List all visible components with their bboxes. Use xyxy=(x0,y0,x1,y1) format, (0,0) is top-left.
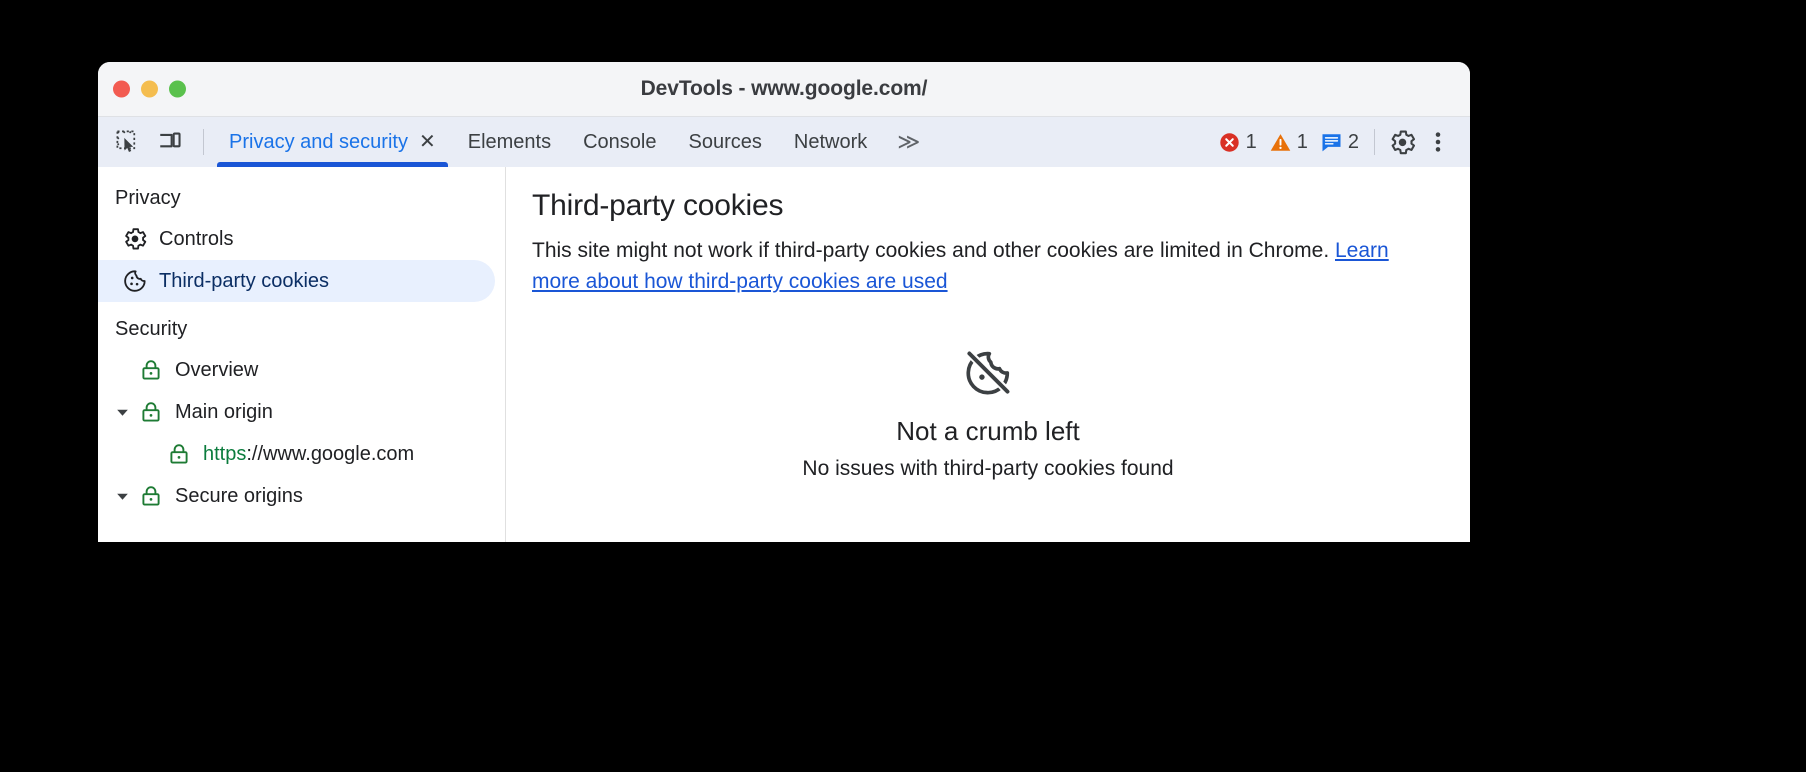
sidebar-item-label: Secure origins xyxy=(175,484,303,507)
empty-state: Not a crumb left No issues with third-pa… xyxy=(506,347,1470,481)
devtools-toolbar: Privacy and security ✕ Elements Console … xyxy=(98,117,1470,167)
settings-button[interactable] xyxy=(1384,124,1420,160)
sidebar-item-controls[interactable]: Controls xyxy=(98,218,495,260)
sidebar-item-label: Third-party cookies xyxy=(159,269,330,292)
warning-triangle-icon xyxy=(1270,133,1291,151)
error-counter[interactable]: 1 xyxy=(1212,125,1263,159)
sidebar-item-overview[interactable]: Overview xyxy=(98,349,495,391)
tab-label: Console xyxy=(583,130,657,153)
more-options-button[interactable] xyxy=(1420,124,1456,160)
tab-network[interactable]: Network xyxy=(778,117,883,167)
toolbar-divider xyxy=(203,129,204,155)
message-bubble-icon xyxy=(1322,133,1341,151)
inspect-element-button[interactable] xyxy=(110,124,146,160)
message-counter[interactable]: 2 xyxy=(1314,125,1365,159)
sidebar-header-security: Security xyxy=(115,318,188,340)
more-tabs-icon[interactable]: ≫ xyxy=(883,117,934,167)
sidebar-item-main-origin[interactable]: Main origin xyxy=(98,391,495,433)
sidebar-item-label: https://www.google.com xyxy=(203,443,414,466)
tab-elements[interactable]: Elements xyxy=(452,117,567,167)
devtools-window: DevTools - www.google.com/ Privacy and s… xyxy=(98,62,1470,542)
tab-label: Privacy and security xyxy=(229,130,408,153)
tab-label: Elements xyxy=(467,130,552,153)
sidebar-group-privacy: Privacy Controls Third-party cookies xyxy=(98,181,505,302)
tab-label: Network xyxy=(793,130,868,153)
sidebar-item-label: Overview xyxy=(175,358,259,381)
tab-privacy-and-security[interactable]: Privacy and security ✕ xyxy=(213,117,452,167)
third-party-cookies-panel: Third-party cookies This site might not … xyxy=(506,167,1470,542)
sidebar-item-label: Main origin xyxy=(175,400,273,423)
window-title: DevTools - www.google.com/ xyxy=(640,77,928,100)
chevron-down-icon[interactable] xyxy=(114,488,136,505)
close-icon[interactable]: ✕ xyxy=(419,132,436,152)
toolbar-right-controls: 1 1 2 xyxy=(1212,124,1470,160)
message-count: 2 xyxy=(1347,131,1359,153)
sidebar-item-origin-url[interactable]: https://www.google.com xyxy=(98,433,495,475)
toolbar-divider-right xyxy=(1374,129,1375,155)
tab-label: Sources xyxy=(688,130,762,153)
cookie-icon xyxy=(120,268,150,294)
warning-counter[interactable]: 1 xyxy=(1263,125,1314,159)
privacy-security-sidebar: Privacy Controls Third-party cookies Sec… xyxy=(98,167,506,542)
error-circle-icon xyxy=(1219,132,1239,152)
lock-icon xyxy=(164,442,194,466)
sidebar-item-label: Controls xyxy=(159,227,234,250)
devtools-content: Privacy Controls Third-party cookies Sec… xyxy=(98,167,1470,542)
warning-count: 1 xyxy=(1296,131,1308,153)
gear-icon xyxy=(1391,130,1415,154)
sidebar-header-privacy: Privacy xyxy=(115,187,181,209)
url-host: ://www.google.com xyxy=(246,442,415,465)
three-dots-vertical-icon xyxy=(1435,132,1441,152)
error-count: 1 xyxy=(1245,131,1257,153)
lock-icon xyxy=(136,400,166,424)
gear-icon xyxy=(120,226,150,252)
empty-state-title: Not a crumb left xyxy=(896,416,1080,446)
description-text: This site might not work if third-party … xyxy=(532,239,1335,262)
lock-icon xyxy=(136,358,166,382)
inspect-element-icon xyxy=(116,130,136,152)
url-scheme: https xyxy=(203,442,247,465)
panel-tabs: Privacy and security ✕ Elements Console … xyxy=(213,117,1212,167)
window-titlebar: DevTools - www.google.com/ xyxy=(98,62,1470,117)
lock-icon xyxy=(136,484,166,508)
toolbar-left-controls xyxy=(98,124,213,160)
sidebar-group-security: Security Overview Main origin https://ww… xyxy=(98,312,505,517)
chevron-down-icon[interactable] xyxy=(114,404,136,421)
sidebar-item-third-party-cookies[interactable]: Third-party cookies xyxy=(98,260,495,302)
cookie-off-icon xyxy=(506,347,1470,404)
panel-description: This site might not work if third-party … xyxy=(532,235,1392,297)
tab-sources[interactable]: Sources xyxy=(673,117,778,167)
page-title: Third-party cookies xyxy=(532,189,784,222)
sidebar-item-secure-origins[interactable]: Secure origins xyxy=(98,475,495,517)
toggle-device-toolbar-button[interactable] xyxy=(152,124,188,160)
device-toolbar-icon xyxy=(160,132,181,148)
tab-console[interactable]: Console xyxy=(567,117,672,167)
empty-state-subtitle: No issues with third-party cookies found xyxy=(802,457,1174,480)
